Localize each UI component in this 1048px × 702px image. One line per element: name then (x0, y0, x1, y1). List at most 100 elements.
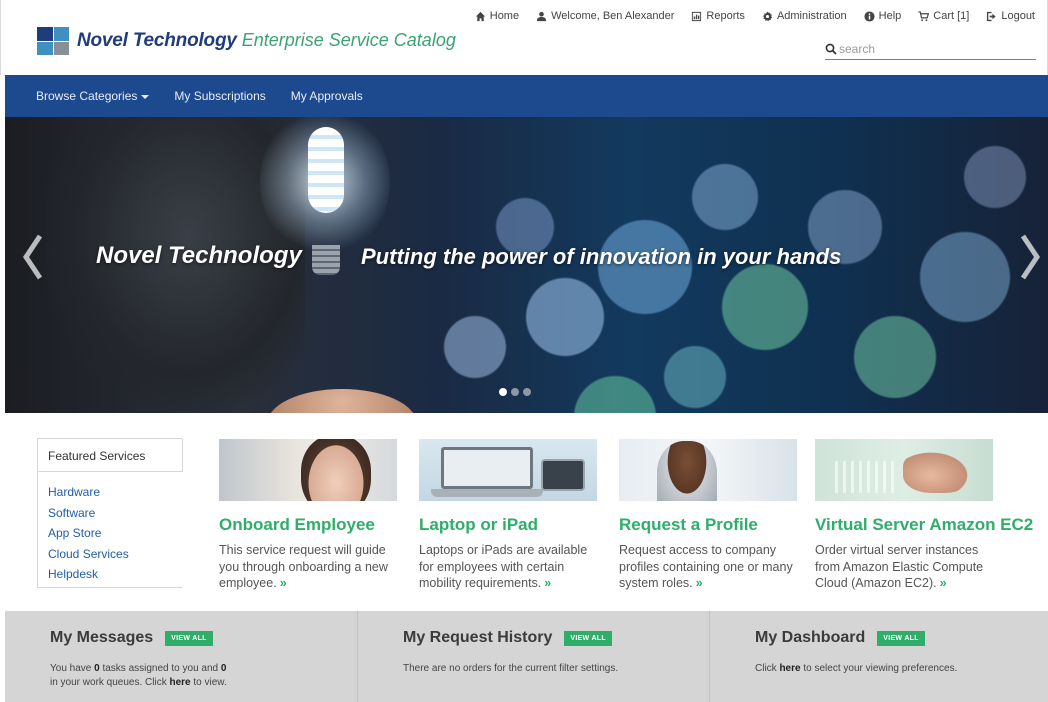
messages-text-3: in your work queues. Click (50, 677, 170, 688)
laptop-ipad-image[interactable] (419, 439, 597, 501)
lightbulb-image (260, 117, 390, 275)
dashboard-here-link[interactable]: here (779, 663, 800, 674)
queue-count: 0 (220, 663, 227, 674)
cart-icon (918, 10, 930, 21)
chart-icon (692, 11, 702, 21)
my-request-history-title: My Request History (403, 629, 553, 646)
user-icon (537, 11, 547, 21)
messages-text-1: You have (50, 663, 95, 674)
messages-text-2: tasks assigned to you and (99, 663, 221, 674)
my-request-history-panel: My Request History VIEW ALL There are no… (357, 611, 709, 702)
brand-subtitle: Enterprise Service Catalog (241, 30, 456, 50)
logo-mark-icon (37, 27, 69, 55)
service-title-profile[interactable]: Request a Profile (619, 515, 799, 535)
messages-text-4: to view. (190, 677, 227, 688)
carousel-next-button[interactable] (1015, 227, 1045, 287)
featured-link-hardware[interactable]: Hardware (48, 482, 182, 503)
browse-categories-label: Browse Categories (36, 89, 138, 103)
dashboard-text: Click here to select your viewing prefer… (755, 662, 1048, 676)
my-approvals-label: My Approvals (290, 89, 363, 103)
service-more-ec2[interactable]: » (940, 576, 947, 590)
search-icon (825, 43, 837, 55)
messages-here-link[interactable]: here (170, 677, 191, 688)
my-subscriptions-label: My Subscriptions (174, 89, 266, 103)
service-desc-ec2: Order virtual server instances from Amaz… (815, 542, 995, 592)
administration-label: Administration (776, 10, 847, 22)
service-desc-ec2-text: Order virtual server instances from Amaz… (815, 543, 984, 590)
messages-view-all-button[interactable]: VIEW ALL (165, 630, 213, 646)
dashboard-text-1: Click (755, 663, 780, 674)
search-box (825, 38, 1036, 60)
logout-icon (987, 11, 996, 21)
hero-title: Novel Technology (96, 242, 302, 269)
home-icon (475, 11, 485, 21)
my-dashboard-panel: My Dashboard VIEW ALL Click here to sele… (709, 611, 1048, 702)
service-more-onboard[interactable]: » (280, 576, 287, 590)
welcome-label: Welcome, Ben Alexander (551, 10, 675, 22)
browse-categories-menu[interactable]: Browse Categories (36, 89, 150, 103)
service-card-profile: Request a Profile Request access to comp… (619, 439, 799, 592)
home-link[interactable]: Home (475, 10, 519, 22)
gear-icon (762, 10, 773, 21)
service-card-ec2: Virtual Server Amazon EC2 Order virtual … (815, 439, 1033, 592)
featured-link-software[interactable]: Software (48, 503, 182, 524)
service-desc-profile: Request access to company profiles conta… (619, 542, 799, 592)
service-card-onboard: Onboard Employee This service request wi… (219, 439, 399, 592)
help-link[interactable]: Help (864, 10, 902, 22)
my-approvals-link[interactable]: My Approvals (291, 89, 363, 103)
welcome-user[interactable]: Welcome, Ben Alexander (536, 10, 674, 22)
virtual-server-image[interactable] (815, 439, 993, 501)
header: Novel Technology Enterprise Service Cata… (0, 0, 1048, 75)
carousel-dot-3[interactable] (523, 388, 531, 396)
featured-services-heading: Featured Services (38, 439, 183, 472)
reports-label: Reports (706, 10, 745, 22)
featured-link-helpdesk[interactable]: Helpdesk (48, 564, 182, 585)
brand-name: Novel Technology (77, 29, 237, 51)
info-icon (864, 10, 875, 22)
service-desc-profile-text: Request access to company profiles conta… (619, 543, 793, 590)
hero-carousel[interactable]: Novel Technology Putting the power of in… (5, 117, 1048, 413)
main-nav: Browse Categories My Subscriptions My Ap… (5, 75, 1048, 117)
service-card-laptop: Laptop or iPad Laptops or iPads are avai… (419, 439, 599, 592)
my-messages-panel: My Messages VIEW ALL You have 0 tasks as… (5, 611, 357, 702)
service-title-onboard[interactable]: Onboard Employee (219, 515, 399, 535)
my-subscriptions-link[interactable]: My Subscriptions (174, 89, 265, 103)
carousel-prev-button[interactable] (18, 227, 48, 287)
administration-link[interactable]: Administration (762, 10, 847, 22)
request-profile-image[interactable] (619, 439, 797, 501)
history-text: There are no orders for the current filt… (403, 663, 619, 674)
top-links: Home Welcome, Ben Alexander Reports Admi… (475, 10, 1035, 22)
carousel-indicators (499, 388, 531, 396)
home-label: Home (489, 10, 520, 22)
dashboard-text-2: to select your viewing preferences. (800, 663, 958, 674)
history-view-all-button[interactable]: VIEW ALL (564, 630, 612, 646)
messages-text: You have 0 tasks assigned to you and 0 in… (50, 662, 357, 690)
cart-link[interactable]: Cart [1] (918, 10, 969, 22)
chevron-right-icon (1020, 234, 1041, 280)
hero-tagline: Putting the power of innovation in your … (361, 244, 842, 269)
service-more-laptop[interactable]: » (544, 576, 551, 590)
help-label: Help (878, 10, 902, 22)
my-dashboard-title: My Dashboard (755, 629, 866, 646)
carousel-dot-1[interactable] (499, 388, 507, 396)
service-desc-onboard-text: This service request will guide you thro… (219, 543, 388, 590)
service-title-ec2[interactable]: Virtual Server Amazon EC2 (815, 515, 1033, 535)
search-input[interactable] (839, 41, 1019, 56)
cart-label: Cart [1] (933, 10, 970, 22)
caret-down-icon (141, 94, 150, 99)
brand-logo[interactable]: Novel Technology Enterprise Service Cata… (37, 27, 456, 55)
dashboard-view-all-button[interactable]: VIEW ALL (877, 630, 925, 646)
onboard-employee-image[interactable] (219, 439, 397, 501)
featured-link-app-store[interactable]: App Store (48, 523, 182, 544)
featured-link-cloud-services[interactable]: Cloud Services (48, 544, 182, 565)
carousel-dot-2[interactable] (511, 388, 519, 396)
service-title-laptop[interactable]: Laptop or iPad (419, 515, 599, 535)
reports-link[interactable]: Reports (691, 10, 745, 22)
service-desc-onboard: This service request will guide you thro… (219, 542, 399, 592)
logout-link[interactable]: Logout (986, 10, 1035, 22)
service-more-profile[interactable]: » (696, 576, 703, 590)
service-desc-laptop: Laptops or iPads are available for emplo… (419, 542, 599, 592)
my-messages-title: My Messages (50, 629, 154, 646)
service-desc-laptop-text: Laptops or iPads are available for emplo… (419, 543, 588, 590)
featured-services-box: Featured Services Hardware Software App … (37, 438, 183, 588)
